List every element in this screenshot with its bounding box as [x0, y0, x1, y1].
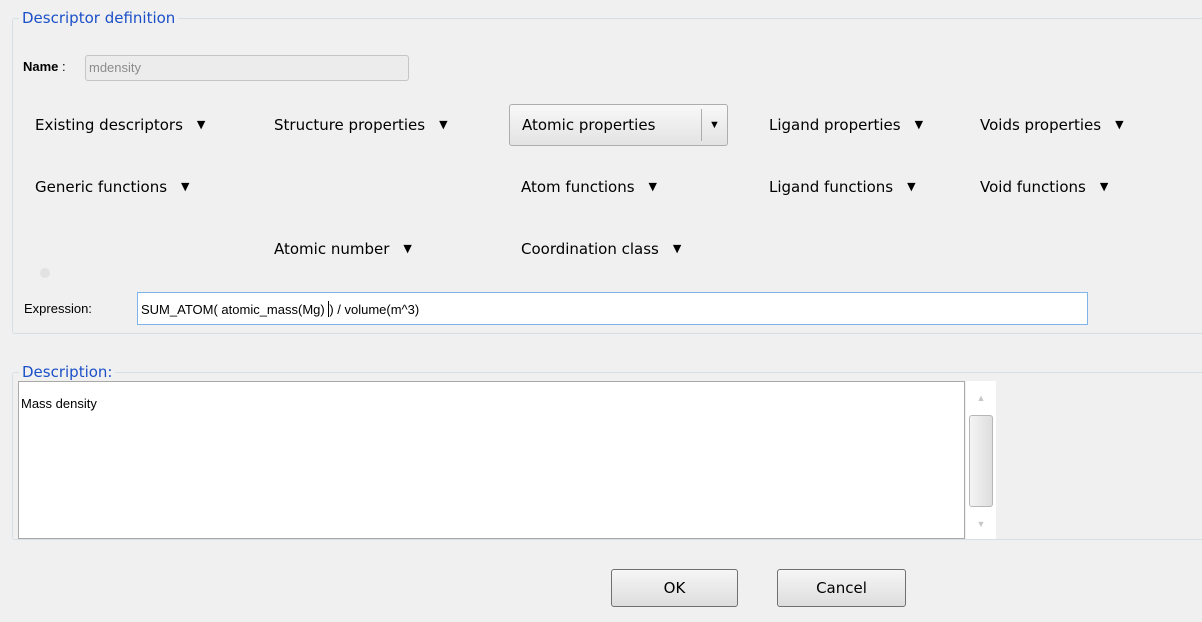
structure-properties-label: Structure properties: [274, 116, 426, 134]
atomic-properties-menu[interactable]: Atomic properties ▼: [509, 104, 728, 146]
voids-properties-label: Voids properties: [980, 116, 1102, 134]
caret-down-icon: ▼: [196, 118, 206, 131]
generic-functions-label: Generic functions: [35, 178, 168, 196]
ligand-functions-menu[interactable]: Ligand functions ▼: [769, 177, 916, 197]
cancel-button[interactable]: Cancel: [777, 569, 906, 607]
ligand-functions-label: Ligand functions: [769, 178, 894, 196]
atomic-properties-label[interactable]: Atomic properties: [522, 115, 655, 135]
caret-down-icon: ▼: [181, 180, 190, 193]
void-functions-menu[interactable]: Void functions ▼: [980, 177, 1108, 197]
name-field[interactable]: mdensity: [85, 55, 409, 81]
expression-text-after-caret: ) / volume(m^3): [329, 302, 420, 317]
caret-down-icon[interactable]: ▼: [709, 118, 720, 132]
scroll-thumb[interactable]: [969, 415, 993, 507]
atomic-number-label: Atomic number: [274, 240, 390, 258]
caret-down-icon: ▼: [1115, 118, 1124, 131]
name-label-text: Name: [23, 59, 59, 74]
generic-functions-menu[interactable]: Generic functions ▼: [35, 177, 190, 197]
void-functions-label: Void functions: [980, 178, 1086, 196]
caret-down-icon: ▼: [439, 118, 448, 131]
existing-descriptors-label: Existing descriptors: [35, 116, 183, 134]
faint-indicator: [40, 268, 50, 278]
description-textarea[interactable]: Mass density: [18, 381, 965, 539]
caret-down-icon: ▼: [648, 180, 657, 193]
ligand-properties-label: Ligand properties: [769, 116, 901, 134]
caret-down-icon: ▼: [1099, 180, 1109, 193]
caret-down-icon: ▼: [672, 242, 682, 255]
atom-functions-label: Atom functions: [521, 178, 635, 196]
atomic-number-menu[interactable]: Atomic number ▼: [274, 239, 412, 259]
caret-down-icon: ▼: [907, 180, 916, 193]
expression-text-before-caret: SUM_ATOM( atomic_mass(Mg): [141, 302, 329, 317]
structure-properties-menu[interactable]: Structure properties ▼: [274, 115, 448, 135]
atom-functions-menu[interactable]: Atom functions ▼: [521, 177, 657, 197]
coordination-class-label: Coordination class: [521, 240, 659, 258]
ok-button[interactable]: OK: [611, 569, 738, 607]
name-label-colon: :: [62, 59, 66, 74]
expression-label: Expression:: [24, 301, 92, 316]
description-legend: Description:: [19, 363, 116, 381]
voids-properties-menu[interactable]: Voids properties ▼: [980, 115, 1124, 135]
descriptor-definition-legend: Descriptor definition: [19, 9, 179, 27]
ligand-properties-menu[interactable]: Ligand properties ▼: [769, 115, 923, 135]
caret-down-icon: ▼: [403, 242, 412, 255]
coordination-class-menu[interactable]: Coordination class ▼: [521, 239, 681, 259]
scroll-down-arrow-icon[interactable]: ▼: [966, 515, 996, 533]
caret-down-icon: ▼: [914, 118, 924, 131]
existing-descriptors-menu[interactable]: Existing descriptors ▼: [35, 115, 205, 135]
split-divider: [701, 109, 702, 141]
description-scrollbar[interactable]: ▲ ▼: [966, 381, 996, 539]
expression-input[interactable]: SUM_ATOM( atomic_mass(Mg) ) / volume(m^3…: [137, 292, 1088, 325]
name-label: Name :: [23, 58, 66, 76]
scroll-up-arrow-icon[interactable]: ▲: [966, 389, 996, 407]
